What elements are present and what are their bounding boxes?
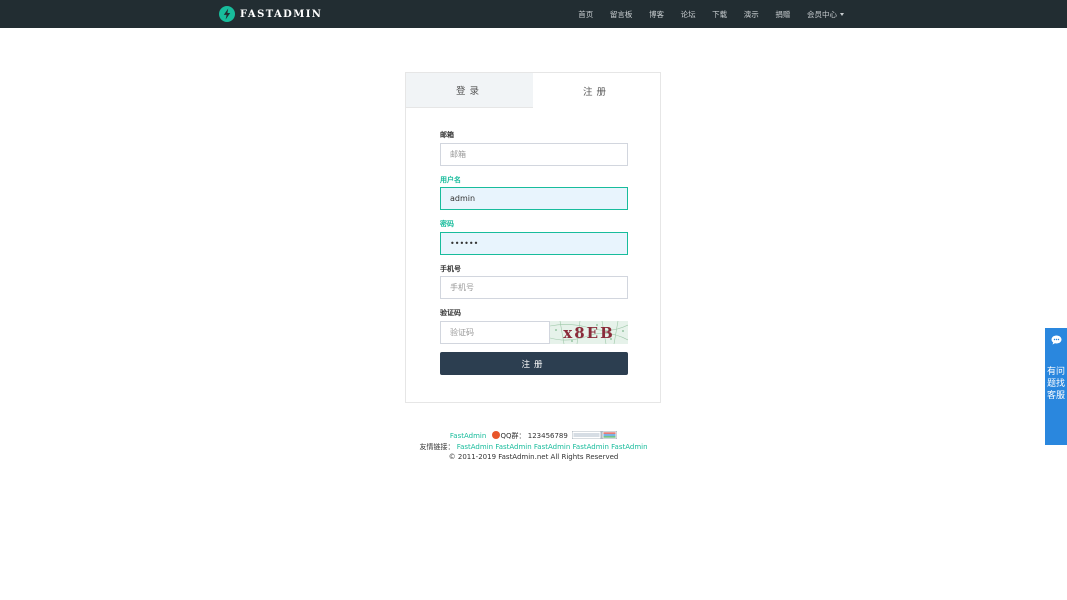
customer-service-text: 有问题找客服 [1046,367,1065,401]
captcha-text: x8EB [563,324,615,342]
main-nav: 首页 留言板 博客 论坛 下载 演示 捐赠 会员中心 [570,0,852,28]
password-label: 密码 [440,220,454,228]
nav-home[interactable]: 首页 [570,9,602,20]
captcha-image[interactable]: x8EB [550,321,628,344]
email-field[interactable] [440,143,628,166]
cnzz-stat-icon[interactable] [572,431,618,439]
brand[interactable]: FASTADMIN [219,6,322,22]
friend-link[interactable]: FastAdmin [534,443,570,451]
qq-group-text: QQ群： 123456789 [500,432,568,440]
fastadmin-logo-icon [219,6,235,22]
chat-bubble-icon [1051,335,1062,345]
username-field[interactable] [440,187,628,210]
nav-member-center-dropdown[interactable]: 会员中心 [799,9,853,20]
nav-member-center-label: 会员中心 [806,9,837,19]
nav-guestbook[interactable]: 留言板 [602,9,641,20]
tab-login[interactable]: 登录 [406,73,533,108]
captcha-label: 验证码 [440,309,461,317]
auth-panel: 登录 注册 邮箱 用户名 密码 手机号 验证码 x8EB 注册 [405,72,661,403]
tab-register[interactable]: 注册 [533,73,660,108]
mobile-field[interactable] [440,276,628,299]
customer-service-float[interactable]: 有问题找客服 [1045,328,1067,445]
nav-blog[interactable]: 博客 [641,9,673,20]
nav-donate[interactable]: 捐赠 [767,9,799,20]
top-navbar: FASTADMIN 首页 留言板 博客 论坛 下载 演示 捐赠 会员中心 [0,0,1067,28]
copyright: © 2011-2019 FastAdmin.net All Rights Res… [448,453,619,461]
caret-down-icon [839,13,844,16]
username-label: 用户名 [440,176,461,184]
nav-forum[interactable]: 论坛 [672,9,704,20]
nav-download[interactable]: 下载 [704,9,736,20]
nav-demo[interactable]: 演示 [735,9,767,20]
footer-line-1: FastAdmin QQ群： 123456789 [0,431,1067,442]
captcha-field[interactable] [440,321,550,344]
friend-link[interactable]: FastAdmin [573,443,609,451]
brand-name: FASTADMIN [240,8,323,20]
footer-brand-link[interactable]: FastAdmin [450,432,486,440]
friend-links-label: 友情链接： [419,442,455,451]
footer-line-2: 友情链接： FastAdmin FastAdmin FastAdmin Fast… [0,442,1067,453]
friend-link[interactable]: FastAdmin [611,443,647,451]
friend-link[interactable]: FastAdmin [457,443,493,451]
footer: FastAdmin QQ群： 123456789 友情链接： FastAdmin… [0,431,1067,463]
friend-link[interactable]: FastAdmin [495,443,531,451]
auth-tabs: 登录 注册 [406,73,660,108]
email-label: 邮箱 [440,131,454,139]
register-submit-button[interactable]: 注册 [440,352,628,375]
mobile-label: 手机号 [440,265,461,273]
password-field[interactable] [440,232,628,255]
qq-icon[interactable] [491,431,500,439]
